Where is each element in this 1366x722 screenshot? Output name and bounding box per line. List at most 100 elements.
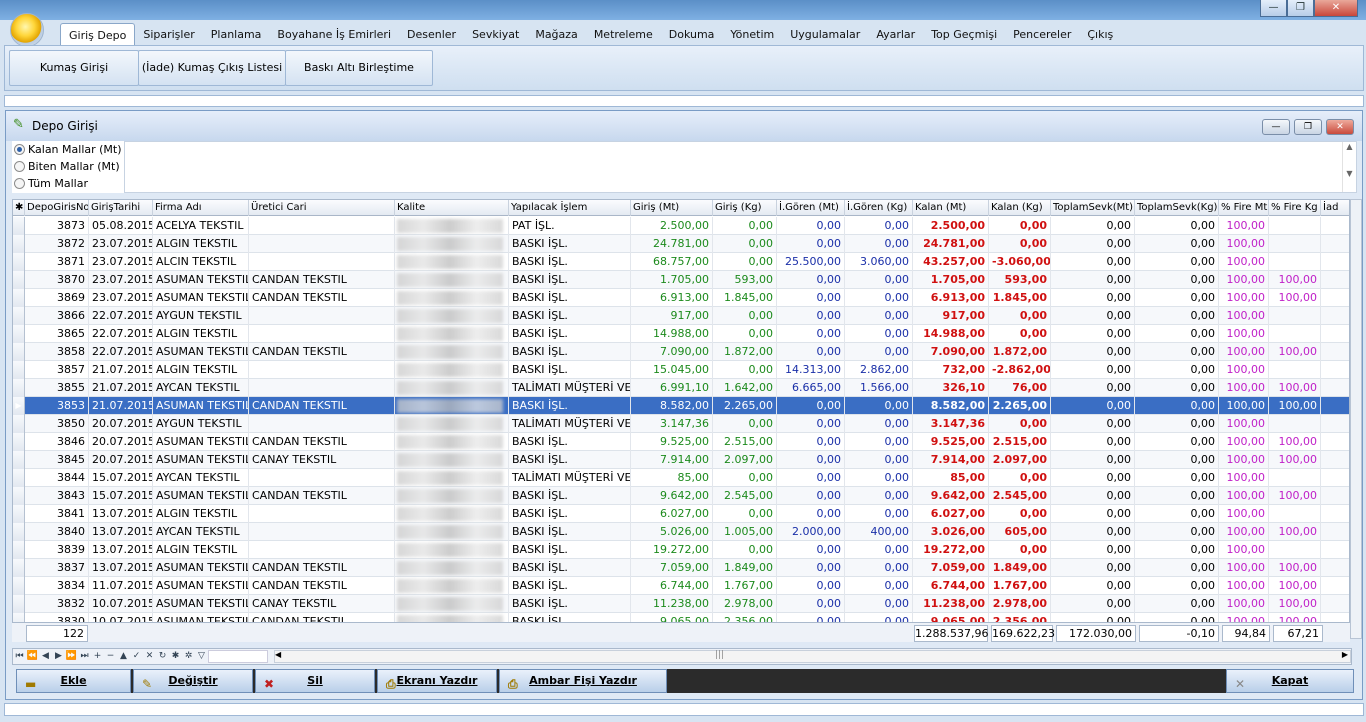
table-cell[interactable]: ASUMAN TEKSTIL [153, 487, 249, 505]
row-indicator[interactable] [13, 253, 25, 271]
table-cell[interactable]: 0,00 [1051, 577, 1135, 595]
table-cell[interactable] [249, 253, 395, 271]
table-cell[interactable]: 2.978,00 [713, 595, 777, 613]
table-cell[interactable]: 0,00 [777, 433, 845, 451]
table-cell[interactable]: 0,00 [1135, 397, 1219, 415]
table-cell[interactable]: 0,00 [713, 415, 777, 433]
table-cell[interactable]: 3866 [25, 307, 89, 325]
column-header[interactable]: % Fire Kg [1269, 200, 1321, 216]
table-cell[interactable]: 0,00 [713, 469, 777, 487]
table-cell[interactable]: ASUMAN TEKSTIL [153, 559, 249, 577]
table-cell[interactable]: 0,00 [989, 307, 1051, 325]
notes-textarea[interactable]: ▲ ▼ [124, 141, 1357, 193]
table-cell[interactable]: 2.862,00 [845, 361, 913, 379]
table-cell[interactable]: 0,00 [989, 217, 1051, 235]
table-cell[interactable] [1269, 505, 1321, 523]
table-cell[interactable]: 0,00 [845, 559, 913, 577]
grid-corner-icon[interactable]: ✱ [13, 200, 25, 216]
table-cell[interactable]: 100,00 [1219, 505, 1269, 523]
table-cell[interactable]: 0,00 [989, 325, 1051, 343]
table-cell[interactable]: 13.07.2015 [89, 541, 153, 559]
table-cell[interactable]: 100,00 [1219, 595, 1269, 613]
table-cell[interactable]: 2.978,00 [989, 595, 1051, 613]
row-indicator[interactable] [13, 523, 25, 541]
table-cell[interactable]: 100,00 [1219, 217, 1269, 235]
table-cell[interactable]: 85,00 [913, 469, 989, 487]
table-cell[interactable]: 2.097,00 [989, 451, 1051, 469]
table-cell[interactable]: 3871 [25, 253, 89, 271]
table-cell[interactable]: 0,00 [777, 487, 845, 505]
table-cell[interactable]: 0,00 [777, 541, 845, 559]
first-page-icon[interactable]: ⏮ [13, 649, 26, 664]
table-cell[interactable]: ACELYA TEKSTIL [153, 217, 249, 235]
table-cell[interactable]: PAT İŞL. [509, 217, 631, 235]
row-indicator[interactable] [13, 379, 25, 397]
table-cell[interactable]: CANDAN TEKSTIL [249, 289, 395, 307]
prev-record-icon[interactable]: ◀ [39, 649, 52, 664]
table-cell[interactable]: 3841 [25, 505, 89, 523]
table-cell[interactable]: 3872 [25, 235, 89, 253]
table-cell[interactable]: 100,00 [1269, 559, 1321, 577]
table-cell[interactable]: 100,00 [1269, 379, 1321, 397]
table-cell[interactable]: 43.257,00 [913, 253, 989, 271]
table-cell[interactable]: ASUMAN TEKSTIL [153, 289, 249, 307]
table-cell[interactable]: 1.849,00 [989, 559, 1051, 577]
table-cell[interactable]: 7.059,00 [631, 559, 713, 577]
table-cell[interactable]: 0,00 [845, 271, 913, 289]
table-cell[interactable]: 2.515,00 [989, 433, 1051, 451]
table-cell[interactable]: 2.500,00 [631, 217, 713, 235]
edit-record-icon[interactable]: ▲ [117, 649, 130, 664]
table-cell[interactable]: 100,00 [1219, 253, 1269, 271]
table-cell[interactable] [249, 379, 395, 397]
table-cell[interactable]: CANDAN TEKSTIL [249, 271, 395, 289]
table-cell[interactable]: 100,00 [1219, 523, 1269, 541]
next-record-icon[interactable]: ▶ [52, 649, 65, 664]
table-cell[interactable]: 1.705,00 [631, 271, 713, 289]
table-cell[interactable]: 6.913,00 [913, 289, 989, 307]
column-header[interactable]: Kalite [395, 200, 509, 216]
table-cell[interactable]: 3870 [25, 271, 89, 289]
scroll-thumb-icon[interactable]: ||| [715, 650, 724, 660]
table-cell[interactable]: ALCIN TEKSTIL [153, 253, 249, 271]
table-row[interactable]: 3839 13.07.2015 ALGIN TEKSTIL BASKI İŞL. 19.… [13, 541, 1349, 559]
table-row[interactable]: 3857 21.07.2015 ALGIN TEKSTIL BASKI İŞL. 15.… [13, 361, 1349, 379]
child-minimize-icon[interactable]: — [1262, 119, 1290, 135]
table-cell[interactable]: 19.272,00 [631, 541, 713, 559]
add-record-icon[interactable]: + [91, 649, 104, 664]
table-cell[interactable] [1269, 235, 1321, 253]
table-cell[interactable]: 100,00 [1269, 487, 1321, 505]
table-cell[interactable]: 3869 [25, 289, 89, 307]
table-cell[interactable]: 3844 [25, 469, 89, 487]
table-row[interactable]: 3846 20.07.2015 ASUMAN TEKSTIL CANDAN TEKST… [13, 433, 1349, 451]
table-cell[interactable]: 2.000,00 [777, 523, 845, 541]
table-cell[interactable]: 0,00 [777, 289, 845, 307]
table-row[interactable]: 3850 20.07.2015 AYGUN TEKSTIL TALİMATI MÜŞT… [13, 415, 1349, 433]
column-header[interactable]: İad [1321, 200, 1349, 216]
table-cell[interactable]: 0,00 [777, 271, 845, 289]
row-indicator[interactable] [13, 235, 25, 253]
row-indicator[interactable] [13, 541, 25, 559]
table-cell[interactable]: 0,00 [845, 343, 913, 361]
table-cell[interactable]: 0,00 [1135, 595, 1219, 613]
table-cell[interactable]: 0,00 [989, 415, 1051, 433]
table-cell[interactable]: 1.845,00 [713, 289, 777, 307]
table-cell[interactable]: 15.045,00 [631, 361, 713, 379]
table-row[interactable]: ▶ 3853 21.07.2015 ASUMAN TEKSTIL CANDAN TEKS… [13, 397, 1349, 415]
table-cell[interactable]: 3.147,36 [631, 415, 713, 433]
column-header[interactable]: GirişTarihi [89, 200, 153, 216]
grid-horizontal-scrollbar[interactable]: ◀ ||| ▶ [274, 650, 1351, 663]
table-cell[interactable]: 13.07.2015 [89, 505, 153, 523]
table-cell[interactable]: 0,00 [1051, 271, 1135, 289]
table-cell[interactable]: 0,00 [1135, 541, 1219, 559]
table-cell[interactable] [249, 415, 395, 433]
table-cell[interactable] [249, 235, 395, 253]
row-indicator[interactable] [13, 577, 25, 595]
table-cell[interactable]: AYGUN TEKSTIL [153, 307, 249, 325]
table-cell[interactable]: 23.07.2015 [89, 235, 153, 253]
refresh-icon[interactable]: ↻ [156, 649, 169, 664]
table-cell[interactable]: 20.07.2015 [89, 451, 153, 469]
table-cell[interactable]: 05.08.2015 [89, 217, 153, 235]
table-cell[interactable]: BASKI İŞL. [509, 307, 631, 325]
table-cell[interactable]: 0,00 [1051, 523, 1135, 541]
table-cell[interactable]: 0,00 [777, 307, 845, 325]
